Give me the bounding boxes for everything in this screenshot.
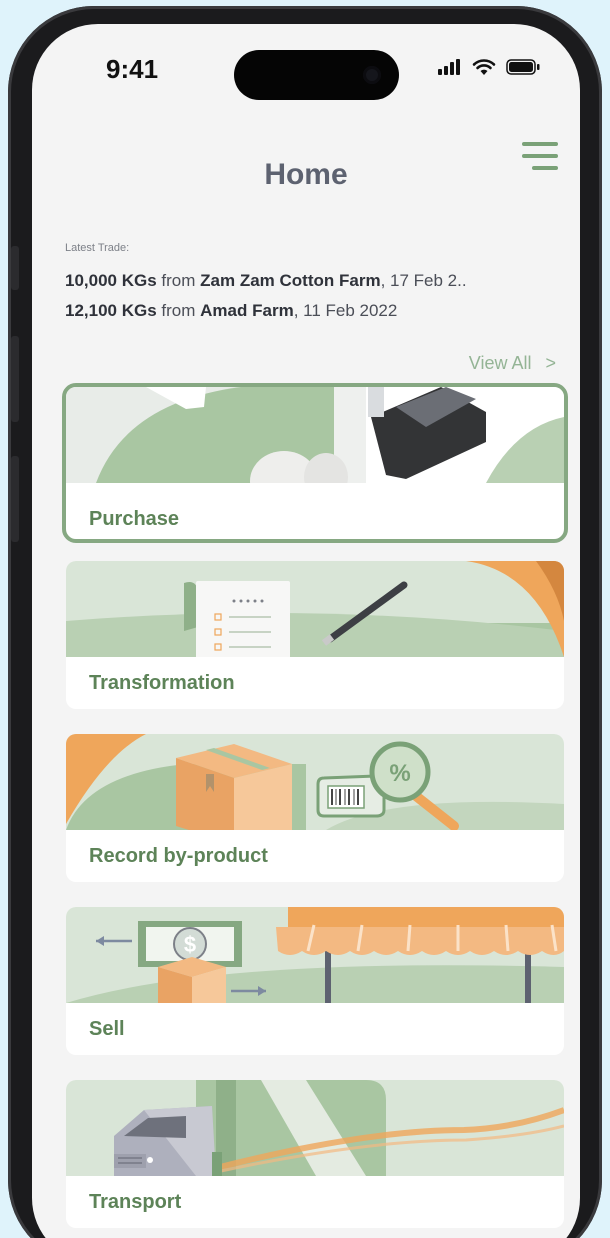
status-icons [438,58,540,76]
checklist-pen-illustration [66,561,564,657]
purchase-card[interactable]: Purchase [62,383,568,543]
page-title: Home [264,158,348,191]
card-label: Purchase [89,508,180,530]
card-label: Record by-product [89,845,268,867]
app-screen: 9:41 Home Latest Trade: 10,000 KGs from … [32,24,580,1238]
chevron-right-icon: > [545,353,556,373]
status-time: 9:41 [106,54,159,84]
side-button-volume-down [11,456,19,542]
card-label: Sell [89,1018,125,1040]
svg-text:$: $ [184,932,196,957]
trade-farm: Zam Zam Cotton Farm [200,271,381,290]
svg-text:%: % [389,760,410,787]
box-barcode-percent-illustration: % [66,734,564,830]
trade-connector: from [161,301,196,320]
battery-icon [506,59,540,75]
signal-icon [438,59,460,75]
payment-terminal-illustration [66,387,564,483]
view-all-link[interactable]: View All > [469,353,556,374]
trade-date: , 17 Feb 2.. [380,271,467,290]
trade-item[interactable]: 12,100 KGs from Amad Farm, 11 Feb 2022 [65,301,397,321]
card-label: Transformation [89,672,235,694]
wifi-icon [472,59,496,75]
trade-farm: Amad Farm [200,301,294,320]
sell-card[interactable]: $ Sell [66,907,564,1055]
transport-card[interactable]: Transport [66,1080,564,1228]
card-label: Transport [89,1191,182,1213]
money-box-awning-illustration: $ [66,907,564,1003]
trade-quantity: 10,000 KGs [65,271,157,290]
latest-trade-label: Latest Trade: [65,242,130,254]
camera-icon [363,66,381,84]
trade-date: , 11 Feb 2022 [293,301,398,320]
record-by-product-card[interactable]: % Record by-product [66,734,564,882]
transformation-card[interactable]: Transformation [66,561,564,709]
side-button-volume-up [11,336,19,422]
menu-button[interactable] [522,142,558,172]
side-button-silent [11,246,19,290]
dynamic-island [234,50,399,100]
view-all-label: View All [468,353,532,373]
truck-road-illustration [66,1080,564,1176]
trade-connector: from [161,271,196,290]
trade-quantity: 12,100 KGs [65,301,157,320]
trade-item[interactable]: 10,000 KGs from Zam Zam Cotton Farm, 17 … [65,271,467,291]
